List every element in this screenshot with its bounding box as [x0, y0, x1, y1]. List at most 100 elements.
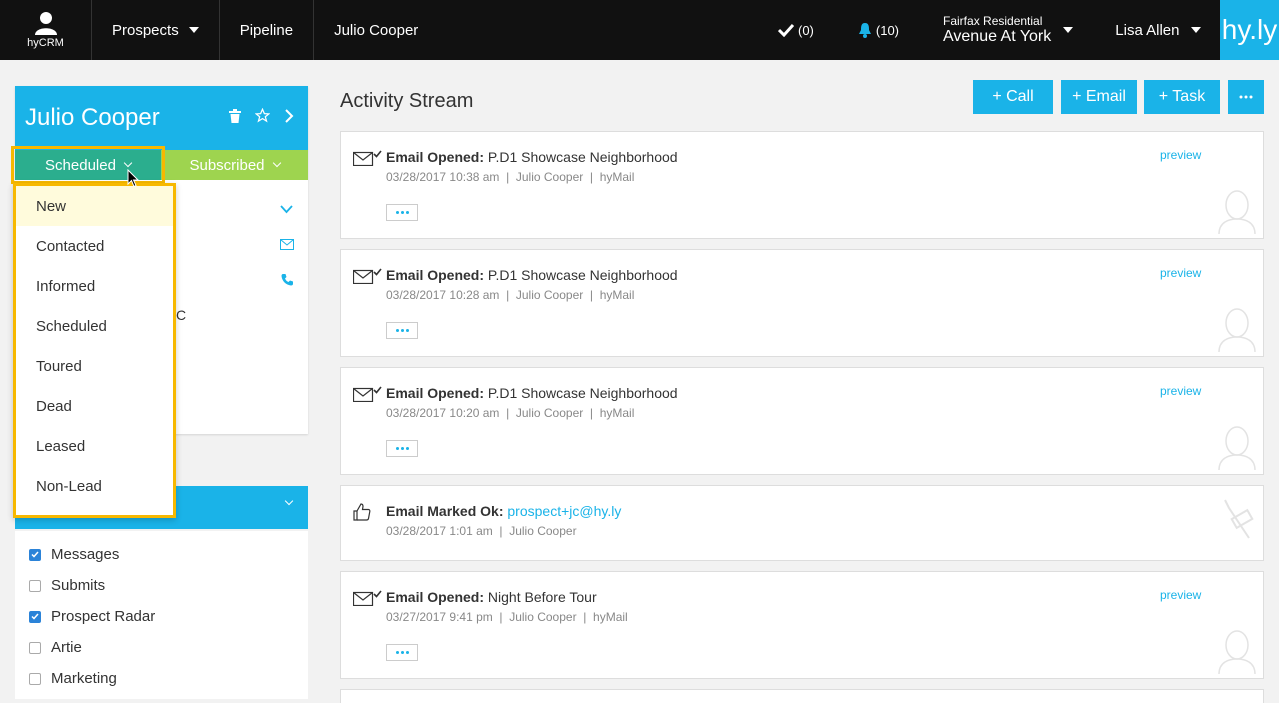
activity-more-button[interactable] — [386, 322, 418, 339]
notifications-indicator[interactable]: (10) — [858, 22, 899, 38]
bell-icon — [858, 23, 871, 38]
profile-header: Julio Cooper — [15, 86, 308, 150]
tasks-indicator[interactable]: (0) — [778, 23, 814, 38]
status-highlight — [11, 146, 165, 184]
user-icon — [34, 12, 57, 35]
activity-card: Email Opened: P.D1 Showcase Neighborhood… — [340, 367, 1264, 475]
caret-down-icon — [188, 27, 199, 33]
status-option-non-lead[interactable]: Non-Lead — [16, 466, 173, 506]
caret-down-icon — [1191, 27, 1202, 33]
activity-more-button[interactable] — [386, 440, 418, 457]
profile-name: Julio Cooper — [25, 104, 160, 131]
status-dropdown-menu: New Contacted Informed Scheduled Toured … — [13, 183, 176, 518]
add-task-button[interactable]: + Task — [1144, 80, 1220, 114]
chevron-down-icon — [272, 158, 281, 168]
filter-marketing[interactable]: Marketing — [15, 663, 308, 694]
status-option-leased[interactable]: Leased — [16, 426, 173, 466]
activity-subject: P.D1 Showcase Neighborhood — [487, 385, 678, 401]
status-option-toured[interactable]: Toured — [16, 346, 173, 386]
email-opened-icon — [353, 386, 382, 402]
activity-more-button[interactable] — [386, 644, 418, 661]
nav-current-label: Julio Cooper — [334, 21, 419, 39]
phone-icon[interactable] — [281, 273, 293, 286]
brand-menu[interactable]: hyCRM — [0, 0, 92, 60]
activity-title: Email Opened: P.D1 Showcase Neighborhood — [386, 385, 678, 401]
filter-submits[interactable]: Submits — [15, 570, 308, 601]
status-option-contacted[interactable]: Contacted — [16, 226, 173, 266]
mouse-cursor-icon — [127, 169, 139, 188]
activity-subject: P.D1 Showcase Neighborhood — [487, 267, 678, 283]
user-menu[interactable]: Lisa Allen — [1115, 21, 1202, 39]
filter-label: Messages — [51, 546, 120, 563]
star-icon[interactable] — [255, 108, 270, 123]
preview-link[interactable]: preview — [1160, 148, 1201, 162]
filter-label: Prospect Radar — [51, 608, 156, 625]
activity-card: Email Opened: Night Before Tour 03/27/20… — [340, 571, 1264, 679]
filter-messages[interactable]: Messages — [15, 539, 308, 570]
activity-card: Email Marked Ok: prospect+jc@hy.ly 03/28… — [340, 485, 1264, 561]
activity-email-link[interactable]: prospect+jc@hy.ly — [507, 503, 621, 519]
subscription-dropdown-button[interactable]: Subscribed — [161, 150, 308, 180]
checkbox-unchecked[interactable] — [29, 641, 41, 654]
checkbox-unchecked[interactable] — [29, 672, 41, 685]
preview-link[interactable]: preview — [1160, 588, 1201, 602]
filter-label: Artie — [51, 639, 82, 656]
caret-down-icon — [1063, 27, 1074, 33]
email-opened-icon — [353, 150, 382, 166]
nav-pipeline[interactable]: Pipeline — [220, 0, 315, 60]
activity-title: Email Opened: P.D1 Showcase Neighborhood — [386, 149, 678, 165]
activity-card: Email Opened: P.D1 Showcase Neighborhood… — [340, 249, 1264, 357]
thumbs-up-icon — [353, 503, 371, 521]
checkbox-checked[interactable] — [29, 548, 41, 561]
activity-type: Email Marked Ok: — [386, 503, 504, 519]
hyly-logo: hy.ly — [1220, 0, 1279, 60]
checkmark-icon — [778, 23, 794, 37]
activity-meta: 03/27/2017 9:41 pm | Julio Cooper | hyMa… — [386, 610, 628, 624]
avatar-placeholder-icon — [1218, 630, 1256, 674]
preview-link[interactable]: preview — [1160, 384, 1201, 398]
nav-current-prospect[interactable]: Julio Cooper — [314, 0, 438, 60]
ellipsis-icon — [1239, 95, 1253, 99]
user-name: Lisa Allen — [1115, 21, 1180, 39]
activity-subject: P.D1 Showcase Neighborhood — [487, 149, 678, 165]
avatar-placeholder-icon — [1218, 190, 1256, 234]
trash-icon[interactable] — [229, 108, 241, 123]
activity-type: Email Opened: — [386, 589, 485, 605]
activity-title: Email Opened: P.D1 Showcase Neighborhood — [386, 267, 678, 283]
mail-icon[interactable] — [280, 239, 294, 250]
subscription-label: Subscribed — [189, 156, 265, 174]
filter-prospect-radar[interactable]: Prospect Radar — [15, 601, 308, 632]
nav-prospects[interactable]: Prospects — [92, 0, 220, 60]
chevron-down-icon[interactable] — [280, 205, 293, 214]
status-option-informed[interactable]: Informed — [16, 266, 173, 306]
checkbox-unchecked[interactable] — [29, 579, 41, 592]
company-name: Fairfax Residential — [943, 13, 1043, 28]
tools-icon — [1224, 499, 1254, 539]
status-option-new[interactable]: New — [16, 186, 173, 226]
email-opened-icon — [353, 268, 382, 284]
filter-panel: Messages Submits Prospect Radar Artie Ma… — [15, 531, 308, 699]
preview-link[interactable]: preview — [1160, 266, 1201, 280]
checkbox-checked[interactable] — [29, 610, 41, 623]
activity-stream-title: Activity Stream — [340, 90, 474, 112]
activity-subject: Night Before Tour — [487, 589, 597, 605]
top-nav: hyCRM Prospects Pipeline Julio Cooper (0… — [0, 0, 1279, 60]
activity-meta: 03/28/2017 10:28 am | Julio Cooper | hyM… — [386, 288, 635, 302]
activity-type: Email Opened: — [386, 149, 485, 165]
activity-meta: 03/28/2017 10:20 am | Julio Cooper | hyM… — [386, 406, 635, 420]
more-actions-button[interactable] — [1228, 80, 1264, 114]
community-selector[interactable]: Fairfax Residential Avenue At York — [943, 13, 1074, 46]
add-email-button[interactable]: + Email — [1061, 80, 1137, 114]
add-call-button[interactable]: + Call — [973, 80, 1053, 114]
activity-meta: 03/28/2017 10:38 am | Julio Cooper | hyM… — [386, 170, 635, 184]
contact-partial-text: C — [176, 307, 187, 323]
status-option-dead[interactable]: Dead — [16, 386, 173, 426]
activity-meta: 03/28/2017 1:01 am | Julio Cooper — [386, 524, 577, 538]
avatar-placeholder-icon — [1218, 426, 1256, 470]
brand-label: hyCRM — [27, 37, 64, 49]
activity-more-button[interactable] — [386, 204, 418, 221]
status-option-scheduled[interactable]: Scheduled — [16, 306, 173, 346]
filter-artie[interactable]: Artie — [15, 632, 308, 663]
notifications-count: (10) — [875, 22, 900, 38]
chevron-right-icon[interactable] — [284, 108, 294, 123]
